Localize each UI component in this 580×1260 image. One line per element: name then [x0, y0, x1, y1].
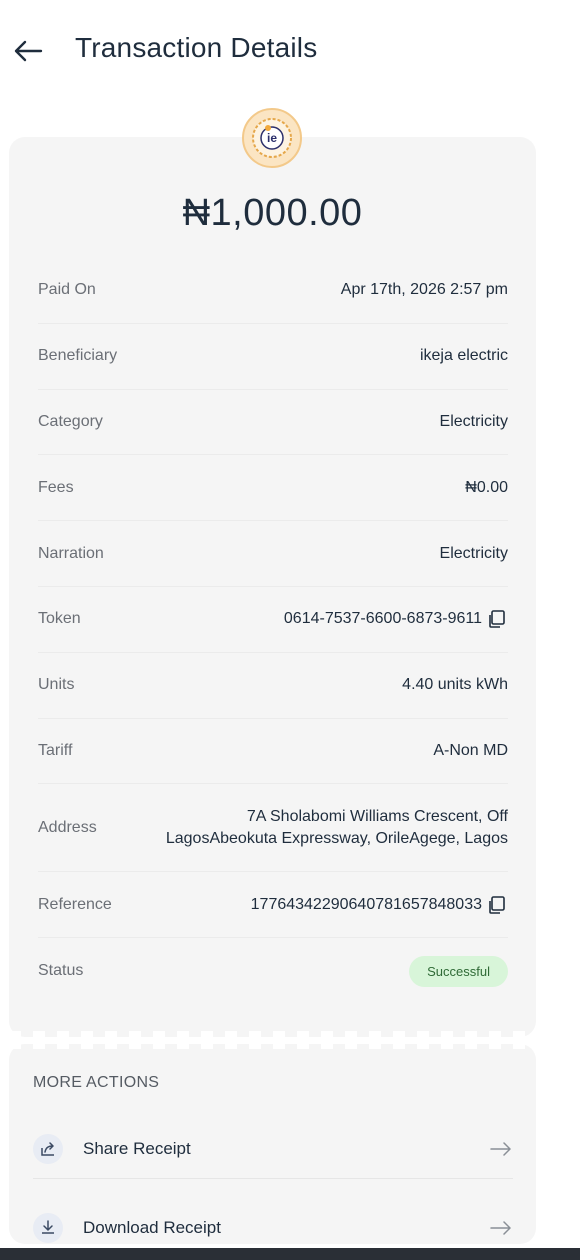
download-icon [33, 1213, 63, 1243]
row-label: Tariff [38, 741, 73, 759]
arrow-left-icon [14, 40, 43, 62]
row-value: ikeja electric [419, 347, 508, 365]
row-label: Reference [38, 895, 112, 913]
receipt-tear-divider [9, 1031, 536, 1049]
share-receipt-label: Share Receipt [83, 1138, 191, 1158]
page-title: Transaction Details [75, 32, 318, 63]
address-line-2: LagosAbeokuta Expressway, OrileAgege, La… [165, 829, 508, 847]
system-navigation-bar [0, 1248, 580, 1260]
row-value: A-Non MD [433, 741, 508, 759]
detail-row-units: Units 4.40 units kWh [38, 653, 508, 719]
reference-value[interactable]: 17764342290640781657848033 [251, 894, 482, 916]
share-icon [33, 1133, 63, 1164]
detail-row-paid-on: Paid On Apr 17th, 2026 2:57 pm [38, 258, 508, 324]
details-list: Paid On Apr 17th, 2026 2:57 pm Beneficia… [38, 258, 508, 1004]
back-button[interactable] [8, 28, 48, 74]
download-receipt-label: Download Receipt [83, 1218, 221, 1237]
detail-row-fees: Fees ₦0.00 [38, 455, 508, 522]
arrow-right-icon [489, 1137, 513, 1161]
detail-row-category: Category Electricity [38, 390, 508, 456]
copy-icon [489, 895, 505, 914]
detail-row-narration: Narration Electricity [38, 521, 508, 587]
more-actions-title: MORE ACTIONS [33, 1074, 160, 1091]
arrow-right-icon [489, 1216, 513, 1240]
row-value: 4.40 units kWh [402, 676, 508, 694]
row-value: ₦0.00 [465, 478, 508, 496]
copy-icon [489, 610, 505, 629]
row-value: Apr 17th, 2026 2:57 pm [340, 281, 508, 299]
row-label: Units [38, 676, 75, 694]
token-value[interactable]: 0614-7537-6600-6873-9611 [284, 608, 482, 630]
row-label: Narration [38, 544, 104, 562]
row-label: Token [38, 610, 81, 628]
copy-reference-button[interactable] [486, 894, 508, 916]
token-value-wrap: 0614-7537-6600-6873-9611 [284, 608, 508, 630]
row-label: Beneficiary [38, 347, 118, 365]
detail-row-tariff: Tariff A-Non MD [38, 719, 508, 785]
address-value: 7A Sholabomi Williams Crescent, Off Lago… [166, 806, 508, 850]
row-label: Paid On [38, 281, 96, 299]
logo-text: ie [266, 131, 277, 145]
address-line-1: 7A Sholabomi Williams Crescent, Off [246, 807, 508, 825]
detail-row-beneficiary: Beneficiary ikeja electric [38, 324, 508, 390]
status-badge: Successful [409, 955, 508, 987]
reference-value-wrap: 17764342290640781657848033 [251, 894, 508, 916]
detail-row-status: Status Successful [38, 938, 508, 1004]
header: Transaction Details [0, 0, 580, 104]
transaction-amount: ₦1,000.00 [182, 192, 363, 234]
detail-row-token: Token 0614-7537-6600-6873-9611 [38, 587, 508, 653]
row-value: Electricity [439, 544, 508, 562]
copy-token-button[interactable] [486, 608, 508, 630]
share-receipt-button[interactable]: Share Receipt [33, 1119, 513, 1179]
row-value: Electricity [439, 412, 508, 430]
row-label: Fees [38, 478, 74, 496]
detail-row-address: Address 7A Sholabomi Williams Crescent, … [38, 784, 508, 873]
detail-row-reference: Reference 17764342290640781657848033 [38, 872, 508, 939]
merchant-logo: ie [242, 108, 302, 168]
row-label: Status [38, 962, 84, 980]
row-label: Category [38, 412, 103, 430]
row-label: Address [38, 818, 97, 836]
